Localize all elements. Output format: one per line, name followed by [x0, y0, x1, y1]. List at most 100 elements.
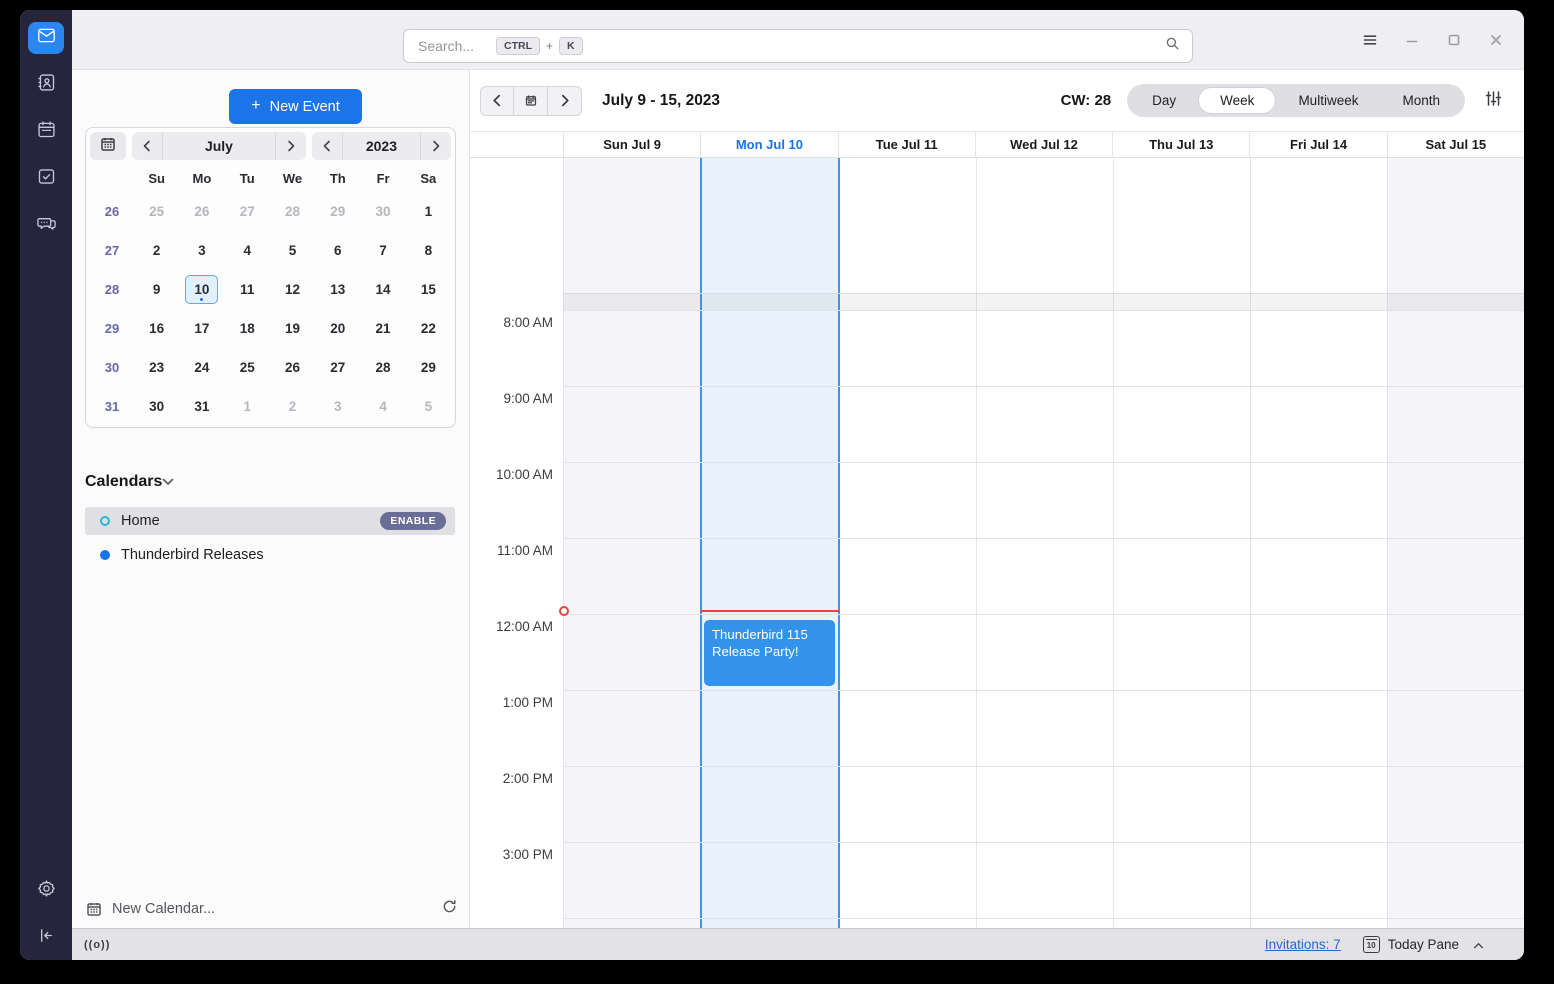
mini-calendar-day[interactable]: 28 — [276, 197, 309, 226]
mini-calendar-day[interactable]: 4 — [231, 236, 264, 265]
new-calendar-row[interactable]: New Calendar... — [86, 894, 457, 924]
calendar-event[interactable]: Thunderbird 115 Release Party! — [704, 620, 835, 686]
next-year-button[interactable] — [421, 132, 451, 160]
tasks-icon — [36, 166, 57, 192]
settings-button[interactable] — [28, 875, 64, 907]
mini-calendar-selected-day[interactable]: 10 — [185, 275, 218, 304]
previous-week-button[interactable] — [480, 86, 514, 116]
day-header-thu-jul-13[interactable]: Thu Jul 13 — [1112, 132, 1249, 157]
minimize-button[interactable] — [1404, 32, 1420, 48]
go-to-today-button[interactable] — [514, 86, 548, 116]
new-event-button[interactable]: + New Event — [229, 89, 362, 124]
mini-calendar-day[interactable]: 20 — [321, 314, 354, 343]
chevron-down-icon[interactable] — [162, 473, 174, 491]
view-tab-multiweek[interactable]: Multiweek — [1276, 87, 1380, 114]
chat-button[interactable] — [28, 210, 64, 242]
day-header-sun-jul-9[interactable]: Sun Jul 9 — [563, 132, 700, 157]
mini-calendar-day[interactable]: 2 — [140, 236, 173, 265]
day-header-wed-jul-12[interactable]: Wed Jul 12 — [975, 132, 1112, 157]
mini-calendar-day[interactable]: 12 — [276, 275, 309, 304]
mini-calendar-day[interactable]: 26 — [185, 197, 218, 226]
mini-calendar-day[interactable]: 11 — [231, 275, 264, 304]
app-rail — [20, 10, 72, 960]
mini-calendar-day[interactable]: 17 — [185, 314, 218, 343]
mini-calendar-day[interactable]: 29 — [321, 197, 354, 226]
close-button[interactable] — [1488, 32, 1504, 48]
day-column-fri-jul-14[interactable] — [1250, 158, 1387, 928]
mini-calendar-day[interactable]: 5 — [412, 392, 445, 421]
day-column-tue-jul-11[interactable] — [840, 158, 976, 928]
view-options-button[interactable] — [1485, 90, 1502, 112]
day-column-mon-jul-10[interactable]: Thunderbird 115 Release Party! — [700, 158, 840, 928]
enable-badge[interactable]: ENABLE — [380, 512, 446, 530]
day-column-wed-jul-12[interactable] — [976, 158, 1113, 928]
k-key-badge: K — [559, 37, 583, 56]
mini-calendar-day[interactable]: 6 — [321, 236, 354, 265]
mini-calendar-day[interactable]: 9 — [140, 275, 173, 304]
prev-year-button[interactable] — [312, 132, 342, 160]
day-column-thu-jul-13[interactable] — [1113, 158, 1250, 928]
mini-calendar-day[interactable]: 2 — [276, 392, 309, 421]
mini-calendar-day[interactable]: 23 — [140, 353, 173, 382]
mini-calendar-day[interactable]: 30 — [367, 197, 400, 226]
mini-calendar-day[interactable]: 26 — [276, 353, 309, 382]
invitations-link[interactable]: Invitations: 7 — [1265, 937, 1341, 952]
mini-calendar-day[interactable]: 19 — [276, 314, 309, 343]
tasks-button[interactable] — [28, 163, 64, 195]
day-header-tue-jul-11[interactable]: Tue Jul 11 — [838, 132, 975, 157]
mini-calendar-day[interactable]: 16 — [140, 314, 173, 343]
mini-calendar-day[interactable]: 25 — [231, 353, 264, 382]
calendar-list-item[interactable]: Thunderbird Releases — [85, 541, 455, 569]
mini-calendar-day[interactable]: 1 — [231, 392, 264, 421]
mini-calendar-day[interactable]: 5 — [276, 236, 309, 265]
day-header-sat-jul-15[interactable]: Sat Jul 15 — [1387, 132, 1524, 157]
mini-calendar-day[interactable]: 30 — [140, 392, 173, 421]
mini-calendar-day[interactable]: 27 — [321, 353, 354, 382]
mini-calendar-day[interactable]: 28 — [367, 353, 400, 382]
mini-calendar-day-cell: 1 — [225, 387, 270, 426]
mini-calendar-day[interactable]: 27 — [231, 197, 264, 226]
app-menu-button[interactable] — [1362, 32, 1378, 48]
date-range-title: July 9 - 15, 2023 — [602, 92, 720, 110]
mini-calendar-day[interactable]: 8 — [412, 236, 445, 265]
mini-calendar-day[interactable]: 18 — [231, 314, 264, 343]
mini-calendar-day[interactable]: 29 — [412, 353, 445, 382]
next-month-button[interactable] — [276, 132, 306, 160]
day-header-fri-jul-14[interactable]: Fri Jul 14 — [1249, 132, 1386, 157]
calendar-tab-button[interactable] — [28, 116, 64, 148]
mini-calendar-day[interactable]: 3 — [185, 236, 218, 265]
mini-calendar-day[interactable]: 24 — [185, 353, 218, 382]
mini-calendar-day[interactable]: 21 — [367, 314, 400, 343]
mini-calendar-day[interactable]: 7 — [367, 236, 400, 265]
calendar-list-item[interactable]: HomeENABLE — [85, 507, 455, 535]
ctrl-key-badge: CTRL — [496, 37, 540, 56]
next-week-button[interactable] — [548, 86, 582, 116]
today-pane-toggle[interactable] — [1473, 936, 1484, 954]
mini-calendar-today-button[interactable] — [90, 132, 126, 160]
sync-calendars-button[interactable] — [442, 899, 457, 919]
mini-calendar-day[interactable]: 3 — [321, 392, 354, 421]
global-search-input[interactable]: Search... CTRL + K — [403, 29, 1193, 63]
mini-calendar-day[interactable]: 14 — [367, 275, 400, 304]
view-tab-day[interactable]: Day — [1130, 87, 1198, 114]
collapse-sidebar-button[interactable] — [28, 922, 64, 954]
mail-tab-button[interactable] — [28, 22, 64, 54]
day-column-sun-jul-9[interactable] — [563, 158, 700, 928]
view-tab-week[interactable]: Week — [1198, 87, 1276, 114]
mini-calendar-day[interactable]: 15 — [412, 275, 445, 304]
time-gutter: 8:00 AM9:00 AM10:00 AM11:00 AM12:00 AM1:… — [470, 158, 563, 928]
day-column-sat-jul-15[interactable] — [1387, 158, 1524, 928]
mini-calendar-day-cell: 31 — [179, 387, 224, 426]
mini-calendar-day[interactable]: 1 — [412, 197, 445, 226]
mini-calendar-day[interactable]: 31 — [185, 392, 218, 421]
mini-calendar-day[interactable]: 22 — [412, 314, 445, 343]
address-book-button[interactable] — [28, 69, 64, 101]
mini-calendar-day[interactable]: 25 — [140, 197, 173, 226]
mini-calendar-day[interactable]: 4 — [367, 392, 400, 421]
current-time-line — [700, 610, 840, 612]
view-tab-month[interactable]: Month — [1380, 87, 1462, 114]
maximize-button[interactable] — [1446, 32, 1462, 48]
prev-month-button[interactable] — [132, 132, 162, 160]
day-header-mon-jul-10[interactable]: Mon Jul 10 — [700, 132, 837, 157]
mini-calendar-day[interactable]: 13 — [321, 275, 354, 304]
